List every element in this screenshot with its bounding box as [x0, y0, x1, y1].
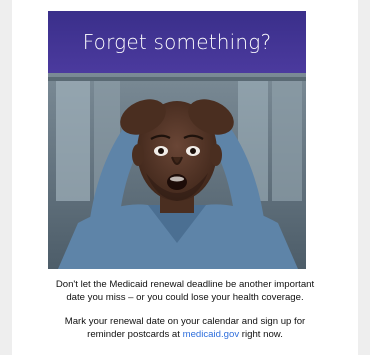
deadline-paragraph: Don't let the Medicaid renewal deadline …	[12, 279, 358, 304]
deadline-line-2: date you miss – or you could lose your h…	[66, 291, 304, 303]
medicaid-gov-link[interactable]: medicaid.gov	[183, 329, 240, 340]
calendar-prefix: reminder postcards at	[87, 328, 183, 340]
deadline-line-1: Don't let the Medicaid renewal deadline …	[55, 279, 315, 290]
hero-title: Forget something?	[82, 30, 272, 54]
hero-photo	[48, 73, 306, 269]
calendar-paragraph: Mark your renewal date on your calendar …	[12, 316, 358, 341]
email-card: Forget something? Don't let the Medicaid…	[12, 0, 358, 355]
calendar-suffix: right now.	[239, 328, 283, 340]
hero-banner: Forget something?	[48, 11, 306, 73]
calendar-line-1: Mark your renewal date on your calendar …	[64, 316, 306, 327]
hero-image: Forget something?	[48, 11, 306, 269]
calendar-line-2: reminder postcards at medicaid.gov right…	[12, 329, 358, 342]
